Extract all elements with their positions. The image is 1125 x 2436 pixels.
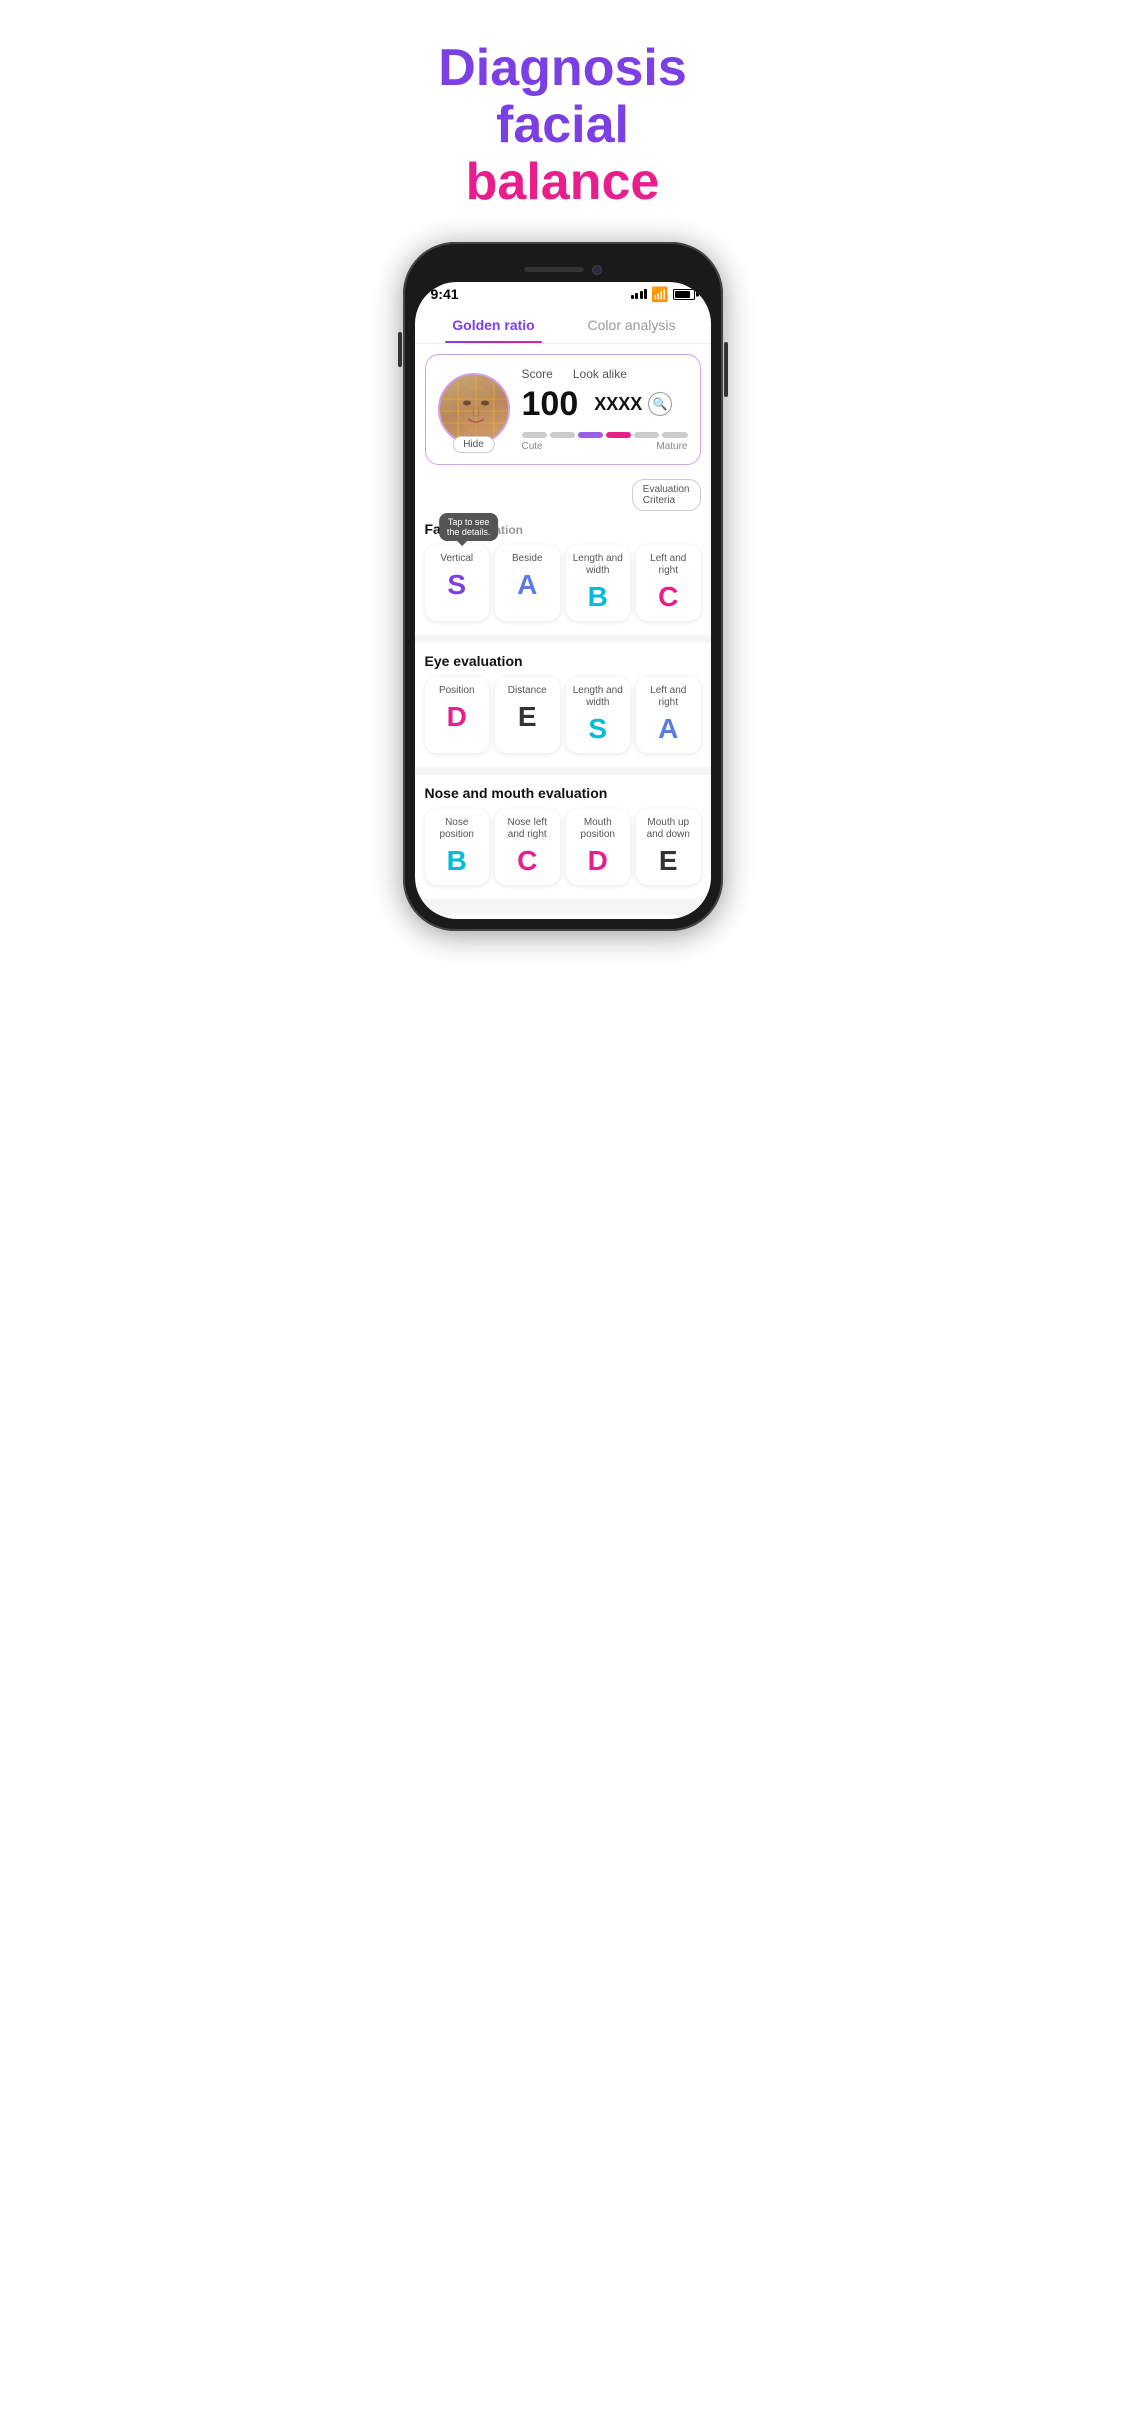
grade-card-mouth-position[interactable]: Mouth position D — [566, 809, 631, 885]
nose-mouth-eval-grid: Nose position B Nose left and right C Mo… — [415, 809, 711, 895]
eval-criteria-button[interactable]: EvaluationCriteria — [632, 479, 701, 511]
section-divider-2 — [415, 767, 711, 775]
battery-icon — [673, 289, 695, 300]
section-divider-1 — [415, 635, 711, 643]
score-values: 100 XXXX 🔍 — [522, 385, 688, 424]
grade-card-left-right[interactable]: Left and right C — [636, 545, 701, 621]
grade-letter-mouth-position: D — [572, 845, 625, 877]
tab-bar: Golden ratio Color analysis — [415, 307, 711, 344]
grade-letter-eye-left-right: A — [642, 713, 695, 745]
camera-icon — [592, 265, 602, 275]
look-alike-value: XXXX — [594, 394, 642, 415]
hide-button[interactable]: Hide — [452, 436, 495, 453]
grade-letter-beside: A — [501, 569, 554, 601]
grade-card-eye-position[interactable]: Position D — [425, 677, 490, 753]
look-alike-wrap: XXXX 🔍 — [594, 392, 672, 416]
grade-label-mouth-position: Mouth position — [572, 817, 625, 841]
grade-label-vertical: Vertical — [431, 553, 484, 565]
phone-outer: 9:41 📶 — [403, 242, 723, 931]
phone-screen: 9:41 📶 — [415, 282, 711, 919]
grade-card-beside[interactable]: Beside A — [495, 545, 560, 621]
grade-card-eye-length-width[interactable]: Length and width S — [566, 677, 631, 753]
grade-label-length-width: Length and width — [572, 553, 625, 577]
grade-letter-nose-left-right: C — [501, 845, 554, 877]
grade-card-nose-position[interactable]: Nose position B — [425, 809, 490, 885]
grade-letter-eye-distance: E — [501, 701, 554, 733]
grade-letter-nose-position: B — [431, 845, 484, 877]
grade-card-mouth-up-down[interactable]: Mouth up and down E — [636, 809, 701, 885]
eye-eval-title: Eye evaluation — [415, 647, 711, 677]
grade-label-eye-length-width: Length and width — [572, 685, 625, 709]
grade-letter-eye-length-width: S — [572, 713, 625, 745]
avatar-wrap: Hide — [438, 373, 510, 445]
nose-mouth-evaluation-section: Nose and mouth evaluation Nose position … — [415, 779, 711, 895]
nose-mouth-eval-title: Nose and mouth evaluation — [415, 779, 711, 809]
score-label: Score — [522, 367, 553, 381]
gauge-bar: Cute Mature — [522, 432, 688, 452]
grade-letter-mouth-up-down: E — [642, 845, 695, 877]
section-divider-3 — [415, 899, 711, 915]
status-icons: 📶 — [631, 286, 695, 303]
grade-letter-left-right: C — [642, 581, 695, 613]
hero-title: Diagnosis facial balance — [375, 0, 750, 232]
grade-letter-length-width: B — [572, 581, 625, 613]
score-info: Score Look alike 100 XXXX 🔍 — [522, 367, 688, 452]
grade-label-eye-position: Position — [431, 685, 484, 697]
grade-label-eye-left-right: Left and right — [642, 685, 695, 709]
avatar — [438, 373, 510, 445]
grade-label-mouth-up-down: Mouth up and down — [642, 817, 695, 841]
grade-label-eye-distance: Distance — [501, 685, 554, 697]
grade-label-nose-position: Nose position — [431, 817, 484, 841]
signal-icon — [631, 289, 648, 299]
score-labels: Score Look alike — [522, 367, 688, 381]
eval-criteria-wrap: EvaluationCriteria — [415, 475, 711, 515]
grade-label-nose-left-right: Nose left and right — [501, 817, 554, 841]
eye-eval-grid: Position D Distance E Length and width — [415, 677, 711, 763]
gauge-labels: Cute Mature — [522, 441, 688, 452]
tab-golden-ratio[interactable]: Golden ratio — [425, 307, 563, 343]
tooltip: Tap to seethe details. — [439, 513, 499, 541]
grade-card-eye-left-right[interactable]: Left and right A — [636, 677, 701, 753]
grade-card-nose-left-right[interactable]: Nose left and right C — [495, 809, 560, 885]
scroll-content: Hide Score Look alike 100 XXXX — [415, 344, 711, 919]
face-grid-overlay — [440, 375, 510, 445]
grade-card-length-width[interactable]: Length and width B — [566, 545, 631, 621]
status-time: 9:41 — [431, 286, 459, 302]
grade-label-left-right: Left and right — [642, 553, 695, 577]
wifi-icon: 📶 — [651, 286, 668, 303]
search-icon[interactable]: 🔍 — [648, 392, 672, 416]
grade-card-eye-distance[interactable]: Distance E — [495, 677, 560, 753]
face-eval-grid: Tap to seethe details. Vertical S Beside… — [415, 545, 711, 631]
grade-letter-eye-position: D — [431, 701, 484, 733]
look-alike-label: Look alike — [573, 367, 627, 381]
face-evaluation-section: Face evaluation Tap to seethe details. V… — [415, 515, 711, 631]
grade-letter-vertical: S — [431, 569, 484, 601]
grade-label-beside: Beside — [501, 553, 554, 565]
grade-card-vertical[interactable]: Tap to seethe details. Vertical S — [425, 545, 490, 621]
eye-evaluation-section: Eye evaluation Position D Distance E — [415, 647, 711, 763]
tab-color-analysis[interactable]: Color analysis — [563, 307, 701, 343]
score-card: Hide Score Look alike 100 XXXX — [425, 354, 701, 465]
score-number: 100 — [522, 385, 579, 424]
phone-mockup: 9:41 📶 — [375, 232, 750, 951]
status-bar: 9:41 📶 — [415, 282, 711, 307]
